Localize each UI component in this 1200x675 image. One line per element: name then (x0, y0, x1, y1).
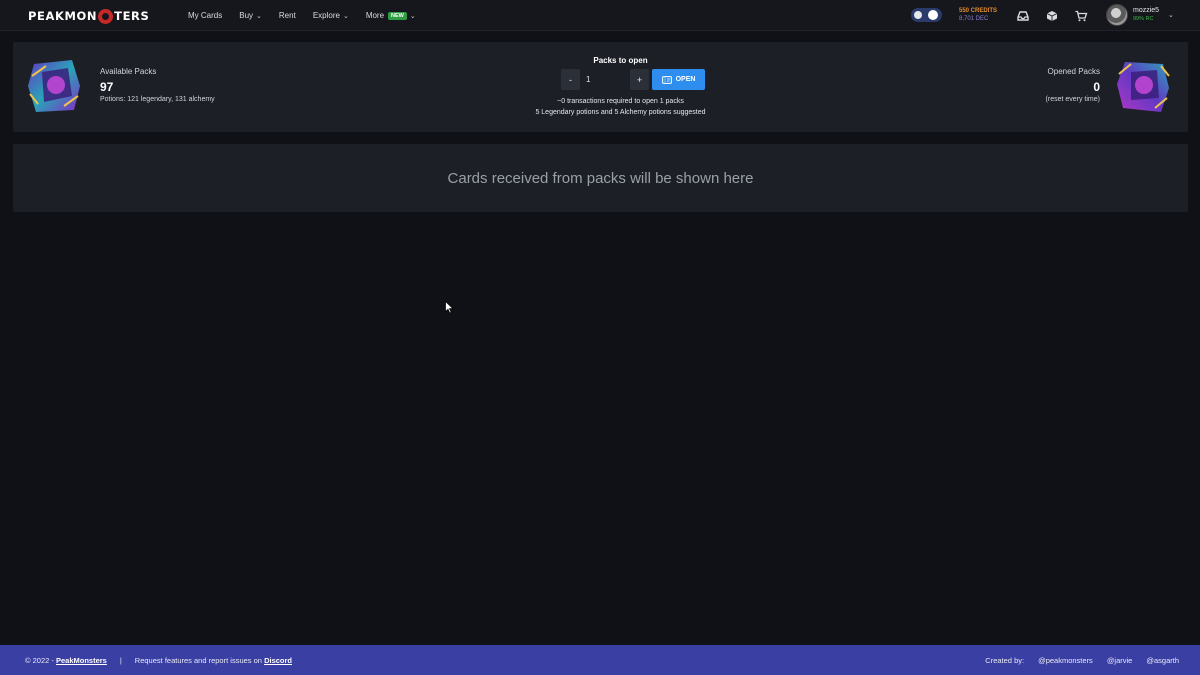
opened-packs-label: Opened Packs (1047, 67, 1100, 76)
nav-rent[interactable]: Rent (279, 11, 296, 20)
box-icon[interactable] (1045, 9, 1059, 23)
inbox-icon[interactable] (1016, 9, 1030, 23)
opened-packs: Opened Packs 0 (reset every time) (1046, 67, 1100, 103)
user-menu[interactable]: mozzie5 99% RC (1133, 7, 1159, 23)
new-badge: NEW (388, 11, 407, 20)
quantity-input[interactable] (580, 69, 630, 90)
nav-explore-label: Explore (312, 11, 340, 20)
top-navbar: PEAKMON TERS My Cards Buy ⌄ Rent Explore … (0, 0, 1200, 31)
dec-balance: 8,701 DEC (959, 16, 989, 22)
open-packs-button[interactable]: OPEN (652, 69, 705, 90)
cards-placeholder: Cards received from packs will be shown … (447, 169, 754, 187)
cart-icon[interactable] (1074, 9, 1088, 23)
ticket-icon (661, 75, 672, 84)
credits-balance: 550 CREDITS (959, 8, 998, 14)
pack-open-panel: Available Packs 97 Potions: 121 legendar… (13, 42, 1188, 132)
logo-text-right: TERS (114, 9, 150, 23)
available-packs-label: Available Packs (100, 67, 157, 76)
chevron-down-icon: ⌄ (409, 12, 416, 20)
toggle-dot-icon (914, 11, 922, 19)
toggle-knob-icon (928, 10, 938, 20)
balance-display[interactable]: 550 CREDITS 8,701 DEC (959, 7, 997, 23)
resource-credits: 99% RC (1133, 16, 1154, 22)
potions-suggestion: 5 Legendary potions and 5 Alchemy potion… (535, 109, 706, 116)
footer-right: Created by: @peakmonsters @jarvie @asgar… (985, 656, 1179, 665)
reset-note: (reset every time) (1045, 96, 1100, 103)
mouse-cursor-icon (445, 301, 454, 314)
decrement-button[interactable]: - (561, 69, 580, 90)
footer-separator: | (119, 655, 122, 665)
request-text: Request features and report issues on (134, 655, 262, 665)
username: mozzie5 (1133, 7, 1160, 14)
creator-link[interactable]: @jarvie (1107, 656, 1133, 665)
nav-links: My Cards Buy ⌄ Rent Explore ⌄ More NEW ⌄ (188, 0, 433, 31)
nav-more-label: More (365, 11, 385, 20)
increment-button[interactable]: + (630, 69, 649, 90)
nav-more[interactable]: More NEW ⌄ (366, 11, 416, 20)
available-packs-count: 97 (100, 80, 114, 94)
creator-link[interactable]: @peakmonsters (1038, 656, 1093, 665)
user-avatar[interactable] (1106, 4, 1128, 26)
packs-to-open-label: Packs to open (593, 56, 648, 65)
nav-buy[interactable]: Buy ⌄ (239, 11, 262, 20)
nav-explore[interactable]: Explore ⌄ (313, 11, 349, 20)
open-info: ~0 transactions required to open 1 packs… (513, 96, 728, 118)
pack-art-icon (1117, 62, 1170, 112)
opened-packs-count: 0 (1093, 80, 1100, 94)
created-by-label: Created by: (985, 655, 1025, 665)
theme-toggle[interactable] (911, 8, 942, 22)
available-packs: Available Packs 97 Potions: 121 legendar… (100, 67, 215, 103)
copyright: © 2022 - (25, 655, 54, 665)
footer: © 2022 - PeakMonsters | Request features… (0, 645, 1200, 675)
open-button-label: OPEN (675, 76, 696, 83)
nav-my-cards[interactable]: My Cards (188, 11, 222, 20)
peakmonsters-logo[interactable]: PEAKMON TERS (28, 8, 150, 24)
chevron-down-icon: ⌄ (256, 12, 262, 20)
discord-link[interactable]: Discord (264, 656, 292, 665)
logo-ring-icon (98, 8, 114, 24)
chevron-down-icon[interactable]: ⌄ (1168, 11, 1174, 19)
footer-left: © 2022 - PeakMonsters | Request features… (25, 656, 292, 665)
received-cards-panel: Cards received from packs will be shown … (13, 144, 1188, 212)
chevron-down-icon: ⌄ (342, 12, 349, 20)
nav-my-cards-label: My Cards (188, 11, 223, 20)
peakmonsters-link[interactable]: PeakMonsters (56, 656, 107, 665)
transactions-info: ~0 transactions required to open 1 packs (557, 98, 684, 105)
creator-link[interactable]: @asgarth (1146, 656, 1179, 665)
potions-summary: Potions: 121 legendary, 131 alchemy (100, 96, 215, 103)
quantity-stepper: - + OPEN (561, 69, 707, 90)
logo-text-left: PEAKMON (28, 9, 98, 23)
nav-buy-label: Buy (239, 11, 254, 20)
pack-art-icon (28, 60, 80, 112)
nav-rent-label: Rent (278, 11, 296, 20)
packs-to-open: Packs to open - + OPEN ~0 transactions r… (533, 56, 708, 116)
